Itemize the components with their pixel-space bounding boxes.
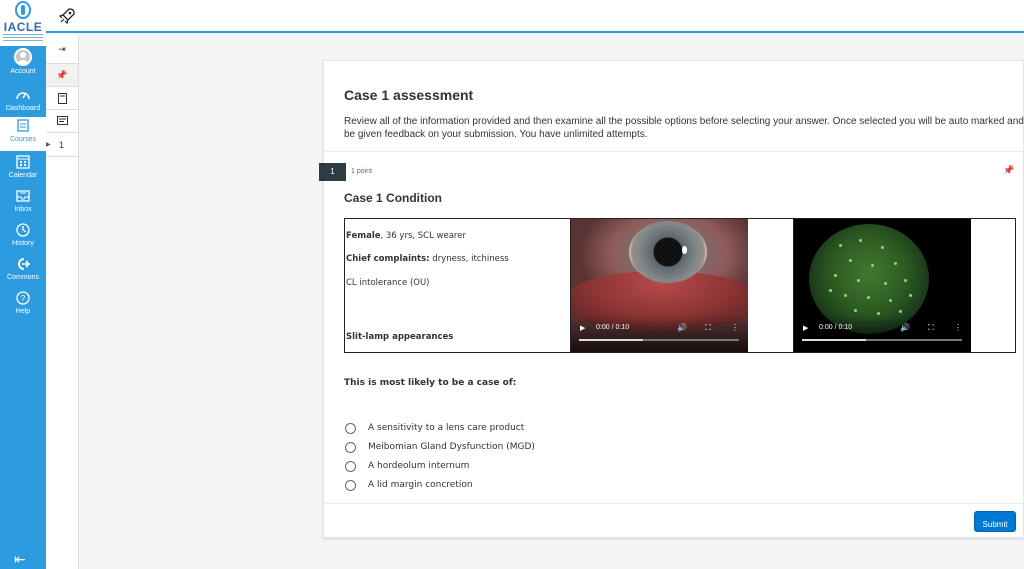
video-controls: ▶ 0:00 / 0:10 🔊 ⛶ ⋮ (794, 315, 971, 352)
more-options-icon[interactable]: ⋮ (731, 323, 739, 332)
fullscreen-icon[interactable]: ⛶ (928, 323, 934, 333)
nav-calendar[interactable]: Calendar (0, 153, 46, 185)
question-prompt: This is most likely to be a case of: (344, 378, 517, 388)
answer-radio[interactable] (345, 461, 356, 472)
volume-icon[interactable]: 🔊 (900, 323, 910, 332)
nav-history-label: History (12, 240, 34, 247)
video-time: 0:00 / 0:10 (596, 324, 630, 331)
fullscreen-icon[interactable]: ⛶ (705, 323, 711, 333)
top-bar (46, 0, 1024, 33)
history-icon (16, 223, 30, 237)
logo-eye-mark (15, 1, 31, 19)
nav-calendar-label: Calendar (8, 172, 38, 179)
answer-option[interactable]: A sensitivity to a lens care product (344, 422, 644, 438)
divider (324, 151, 1024, 152)
volume-icon[interactable]: 🔊 (677, 323, 687, 332)
play-icon[interactable]: ▶ (580, 324, 585, 332)
quiz-card: Case 1 assessment Review all of the info… (319, 60, 1024, 538)
answer-option[interactable]: A hordeolum internum (344, 460, 644, 476)
submit-button[interactable]: Submit (974, 511, 1016, 532)
courses-icon (17, 119, 29, 132)
dashboard-icon (16, 92, 30, 100)
answer-label: A lid margin concretion (368, 480, 473, 490)
calendar-icon (16, 155, 30, 169)
question-number-badge: 1 (319, 163, 346, 181)
case-info-table: Female, 36 yrs, SCL wearer Chief complai… (344, 218, 1016, 353)
more-options-icon[interactable]: ⋮ (954, 323, 962, 332)
eye-glint (682, 246, 687, 254)
nav-dashboard[interactable]: Dashboard (0, 86, 46, 118)
collapse-nav-icon[interactable]: ⇤ (14, 551, 26, 568)
question-nav-item[interactable]: ▶ 1 (46, 135, 78, 157)
answer-label: A hordeolum internum (368, 461, 470, 471)
global-nav: IACLE Account Dashboard Courses Calendar… (0, 0, 46, 569)
answer-radio[interactable] (345, 480, 356, 491)
account-avatar-icon (14, 48, 32, 66)
answer-label: Meibomian Gland Dysfunction (MGD) (368, 442, 535, 452)
commons-icon (18, 258, 31, 270)
cl-intolerance: CL intolerance (OU) (346, 278, 430, 288)
question-points: 1 point (351, 168, 373, 175)
quiz-title: Case 1 assessment (344, 87, 474, 103)
patient-info-cell: Female, 36 yrs, SCL wearer Chief complai… (345, 219, 571, 352)
nav-account[interactable]: Account (0, 48, 46, 80)
caret-right-icon: ▶ (46, 142, 51, 148)
nav-inbox[interactable]: Inbox (0, 187, 46, 219)
question-title: Case 1 Condition (344, 191, 443, 205)
slit-lamp-label: Slit-lamp appearances (346, 332, 454, 342)
video-seek-bar[interactable] (579, 339, 739, 341)
video-progress (802, 339, 866, 341)
answer-option[interactable]: Meibomian Gland Dysfunction (MGD) (344, 441, 644, 457)
iacle-logo[interactable]: IACLE (0, 0, 46, 46)
chief-complaints: Chief complaints: dryness, itchiness (346, 254, 509, 264)
question-nav-number: 1 (59, 140, 65, 150)
nav-help[interactable]: ? Help (0, 289, 46, 321)
quiz-instructions: Review all of the information provided a… (344, 116, 1024, 140)
calculator-tab-icon[interactable] (46, 87, 78, 110)
video-seek-bar[interactable] (802, 339, 962, 341)
nav-courses-label: Courses (9, 136, 37, 143)
nav-dashboard-label: Dashboard (5, 105, 41, 112)
video-progress (579, 339, 643, 341)
pin-question-icon[interactable]: 📌 (1003, 165, 1014, 176)
fluorescein-video-player[interactable]: ▶ 0:00 / 0:10 🔊 ⛶ ⋮ (794, 219, 971, 352)
nav-inbox-label: Inbox (14, 206, 32, 213)
nav-commons-label: Commons (7, 274, 39, 281)
help-icon: ? (16, 291, 30, 305)
video-controls: ▶ 0:00 / 0:10 🔊 ⛶ ⋮ (571, 315, 748, 352)
rocket-icon[interactable] (59, 8, 75, 24)
svg-text:?: ? (21, 294, 26, 303)
nav-history[interactable]: History (0, 221, 46, 253)
answer-label: A sensitivity to a lens care product (368, 423, 525, 433)
patient-demographics: Female, 36 yrs, SCL wearer (346, 231, 466, 241)
answer-radio[interactable] (345, 442, 356, 453)
nav-courses[interactable]: Courses (0, 117, 46, 151)
eye-iris-image (629, 221, 707, 283)
quiz-sidebar: ⇥ 📌 ▶ 1 (46, 35, 79, 569)
inbox-icon (16, 190, 30, 202)
notes-tab-icon[interactable] (46, 110, 78, 133)
eye-video-player[interactable]: ▶ 0:00 / 0:10 🔊 ⛶ ⋮ (571, 219, 748, 352)
expand-sidebar-icon[interactable]: ⇥ (46, 35, 78, 64)
answer-option[interactable]: A lid margin concretion (344, 479, 644, 495)
nav-account-label: Account (10, 68, 36, 75)
footer-divider (324, 503, 1024, 504)
logo-text: IACLE (3, 20, 43, 34)
logo-tagline (3, 34, 43, 42)
pin-tab-icon[interactable]: 📌 (46, 64, 78, 87)
nav-help-label: Help (15, 308, 31, 315)
video-time: 0:00 / 0:10 (819, 324, 853, 331)
answer-radio[interactable] (345, 423, 356, 434)
play-icon[interactable]: ▶ (803, 324, 808, 332)
nav-commons[interactable]: Commons (0, 255, 46, 287)
